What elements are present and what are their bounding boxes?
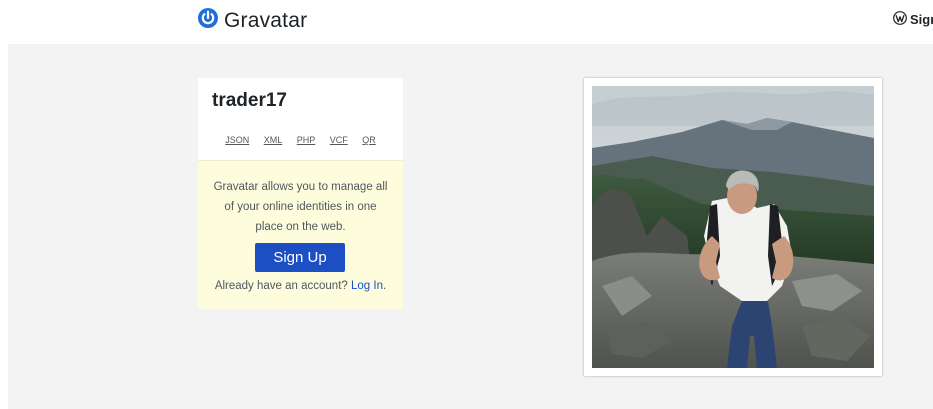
profile-card: trader17 JSON XML PHP VCF QR Gravatar al…	[198, 78, 403, 309]
logo-text: Gravatar	[224, 8, 308, 32]
login-prompt: Already have an account?	[214, 280, 348, 292]
promo-text: Gravatar allows you to manage all of you…	[213, 181, 388, 233]
profile-photo-frame	[584, 78, 882, 376]
login-prompt-row: Already have an account? Log In.	[198, 280, 403, 292]
signin-label: Sign	[910, 12, 933, 27]
format-link-qr[interactable]: QR	[362, 135, 376, 145]
top-bar: Gravatar Sign	[0, 0, 933, 44]
login-suffix: .	[382, 280, 387, 292]
signup-promo: Gravatar allows you to manage all of you…	[198, 160, 403, 309]
wordpress-icon	[893, 11, 910, 28]
username: trader17	[212, 90, 287, 111]
format-link-php[interactable]: PHP	[297, 135, 316, 145]
login-link[interactable]: Log In	[351, 280, 383, 292]
gravatar-logo[interactable]: Gravatar	[198, 8, 307, 33]
format-link-vcf[interactable]: VCF	[330, 135, 348, 145]
format-link-json[interactable]: JSON	[225, 135, 249, 145]
profile-photo	[592, 86, 874, 368]
profile-area: trader17 JSON XML PHP VCF QR Gravatar al…	[8, 44, 933, 409]
format-links: JSON XML PHP VCF QR	[198, 135, 403, 145]
signin-button[interactable]: Sign	[893, 11, 933, 28]
gravatar-power-icon	[198, 8, 218, 33]
signup-button[interactable]: Sign Up	[255, 243, 345, 272]
format-link-xml[interactable]: XML	[264, 135, 283, 145]
